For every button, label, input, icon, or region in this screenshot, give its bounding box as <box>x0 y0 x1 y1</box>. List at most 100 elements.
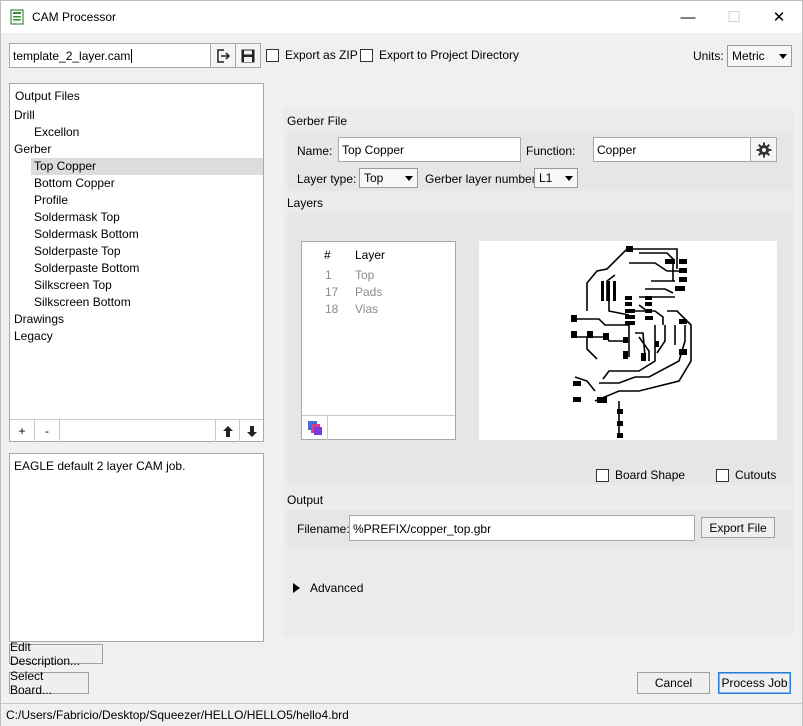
output-files-header: Output Files <box>15 89 80 103</box>
output-file-item[interactable]: Silkscreen Bottom <box>34 294 131 311</box>
status-bar: C:/Users/Fabricio/Desktop/Squeezer/HELLO… <box>1 703 802 726</box>
units-label: Units: <box>693 49 724 63</box>
close-button[interactable]: ✕ <box>756 1 802 33</box>
move-down-button[interactable] <box>239 420 263 442</box>
layer-row-name[interactable]: Top <box>355 268 374 282</box>
function-label: Function: <box>526 144 576 158</box>
output-file-item[interactable]: Top Copper <box>31 158 263 175</box>
select-board-label: Select Board... <box>10 669 53 697</box>
export-zip-label: Export as ZIP <box>285 48 358 62</box>
layer-row-name[interactable]: Pads <box>355 285 382 299</box>
filename-input[interactable]: %PREFIX/copper_top.gbr <box>349 515 695 541</box>
output-file-item[interactable]: Soldermask Bottom <box>34 226 139 243</box>
export-file-label: Export File <box>709 520 767 535</box>
output-file-item[interactable]: Solderpaste Bottom <box>34 260 139 277</box>
close-icon: ✕ <box>772 9 786 26</box>
add-output-button[interactable]: + <box>10 420 35 442</box>
minimize-icon: — <box>680 8 696 26</box>
export-project-dir-box[interactable] <box>360 48 373 62</box>
layer-type-label: Layer type: <box>297 172 357 186</box>
units-select[interactable]: Metric <box>727 45 792 67</box>
cam-app-icon <box>10 9 24 25</box>
arrow-down-icon <box>246 425 257 437</box>
output-files-toolbar: + - <box>10 419 263 442</box>
minimize-button[interactable]: — <box>665 1 711 33</box>
gerber-name-value: Top Copper <box>342 143 405 157</box>
description-text: EAGLE default 2 layer CAM job. <box>14 459 186 473</box>
save-icon <box>241 49 255 62</box>
output-file-item[interactable]: Drill <box>14 107 35 124</box>
gerber-layer-number-select[interactable]: L1 <box>534 168 578 188</box>
export-zip-checkbox[interactable]: Export as ZIP <box>266 48 358 62</box>
title-bar: CAM Processor — ☐ ✕ <box>1 1 802 33</box>
layers-title: Layers <box>287 196 324 210</box>
load-job-icon <box>217 48 231 63</box>
output-file-item[interactable]: Excellon <box>34 124 79 141</box>
output-file-item[interactable]: Solderpaste Top <box>34 243 121 260</box>
gerber-layer-number-value: L1 <box>539 171 553 185</box>
arrow-up-icon <box>223 425 233 437</box>
export-project-dir-checkbox[interactable]: Export to Project Directory <box>360 48 519 62</box>
output-file-item[interactable]: Profile <box>34 192 68 209</box>
units-value: Metric <box>732 49 765 63</box>
gerber-name-input[interactable]: Top Copper <box>338 137 521 162</box>
board-shape-label: Board Shape <box>615 468 686 482</box>
cancel-button[interactable]: Cancel <box>637 672 710 694</box>
chevron-down-icon <box>779 53 787 59</box>
layer-type-value: Top <box>364 171 384 185</box>
chevron-down-icon <box>405 175 413 181</box>
select-board-button[interactable]: Select Board... <box>9 669 89 697</box>
cam-job-file-input[interactable]: template_2_layer.cam <box>9 43 211 68</box>
export-zip-box[interactable] <box>266 48 279 62</box>
name-label: Name: <box>297 144 333 158</box>
maximize-icon: ☐ <box>727 9 741 26</box>
function-input[interactable]: Copper <box>593 137 751 162</box>
edit-description-label: Edit Description... <box>10 640 81 668</box>
output-file-item[interactable]: Bottom Copper <box>34 175 115 192</box>
gerber-file-title: Gerber File <box>287 114 348 128</box>
output-files-panel: Output Files Drill Excellon Gerber Top Copp… <box>9 83 264 442</box>
move-up-button[interactable] <box>215 420 240 442</box>
filename-label: Filename: <box>297 522 350 536</box>
save-job-button[interactable] <box>235 43 261 68</box>
output-file-item[interactable]: Soldermask Top <box>34 209 120 226</box>
layer-type-select[interactable]: Top <box>359 168 418 188</box>
edit-description-button[interactable]: Edit Description... <box>9 640 103 668</box>
advanced-label: Advanced <box>310 581 364 595</box>
chevron-down-icon <box>565 175 573 181</box>
output-file-item[interactable]: Silkscreen Top <box>34 277 112 294</box>
process-job-button[interactable]: Process Job <box>718 672 791 694</box>
board-path: C:/Users/Fabricio/Desktop/Squeezer/HELLO… <box>6 708 349 722</box>
export-project-dir-label: Export to Project Directory <box>379 48 520 62</box>
layer-list-toolbar <box>302 415 455 440</box>
cam-job-file-text: template_2_layer.cam <box>13 49 131 63</box>
remove-output-button[interactable]: - <box>35 420 60 442</box>
board-preview <box>479 241 777 440</box>
maximize-button[interactable]: ☐ <box>711 1 757 33</box>
layer-row-num: 1 <box>325 268 332 282</box>
gerber-layer-number-label: Gerber layer number: <box>425 172 540 186</box>
minus-icon: - <box>45 424 49 438</box>
output-file-item[interactable]: Gerber <box>14 141 51 158</box>
filename-value: %PREFIX/copper_top.gbr <box>353 522 492 536</box>
function-value: Copper <box>597 143 637 157</box>
output-file-item[interactable]: Legacy <box>14 328 53 345</box>
cam-processor-window: CAM Processor — ☐ ✕ template_2_layer.cam… <box>0 0 803 726</box>
layer-row-name[interactable]: Vias <box>355 302 378 316</box>
board-shape-box[interactable] <box>596 468 609 482</box>
export-file-button[interactable]: Export File <box>701 517 775 538</box>
cutouts-label: Cutouts <box>735 468 777 482</box>
load-job-button[interactable] <box>210 43 236 68</box>
layer-col-num: # <box>324 248 331 262</box>
cutouts-box[interactable] <box>716 468 729 482</box>
pcb-preview-image <box>571 246 692 438</box>
description-box[interactable]: EAGLE default 2 layer CAM job. <box>9 453 264 642</box>
edit-layers-button[interactable] <box>302 416 328 440</box>
board-shape-checkbox[interactable]: Board Shape <box>596 468 685 482</box>
layer-row-num: 17 <box>325 285 339 299</box>
cutouts-checkbox[interactable]: Cutouts <box>716 468 776 482</box>
advanced-toggle[interactable]: Advanced <box>293 581 363 595</box>
function-settings-button[interactable] <box>750 137 777 162</box>
output-file-item[interactable]: Drawings <box>14 311 64 328</box>
plus-icon: + <box>18 424 26 438</box>
